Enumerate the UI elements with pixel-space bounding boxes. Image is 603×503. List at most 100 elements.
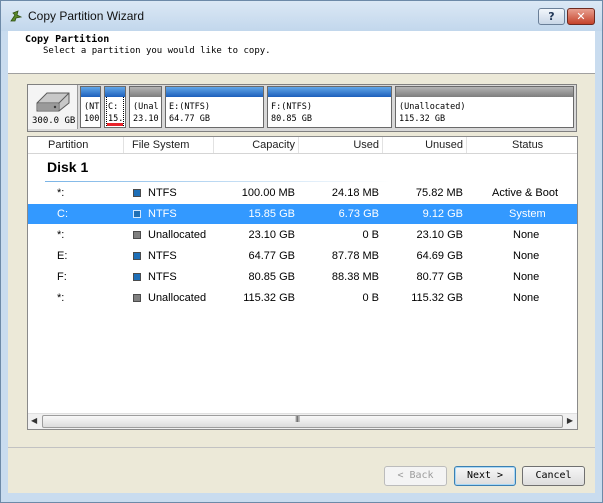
cell-used: 6.73 GB (338, 208, 379, 220)
cell-unused: 23.10 GB (416, 229, 463, 241)
cell-unused: 9.12 GB (422, 208, 463, 220)
partition-block-unallocated-2[interactable]: (Unallocated) 115.32 GB (395, 86, 574, 128)
partition-block-name: C: (108, 102, 119, 112)
app-icon (10, 10, 23, 22)
cell-capacity: 23.10 GB (248, 229, 295, 241)
column-capacity[interactable]: Capacity (252, 139, 295, 151)
partition-block-size: 64.77 GB (169, 114, 210, 124)
cell-used: 88.38 MB (331, 271, 379, 283)
cell-partition: *: (57, 229, 65, 241)
partition-block-name: (Unallocated) (399, 102, 466, 112)
ntfs-color-swatch (133, 252, 141, 260)
cell-status: None (513, 271, 540, 283)
cell-partition: *: (57, 187, 65, 199)
partition-block-reserved[interactable]: (NT 100 (80, 86, 101, 128)
list-header: Partition File System Capacity Used Unus… (28, 137, 577, 154)
table-row[interactable]: *: Unallocated 115.32 GB 0 B 115.32 GB N… (28, 288, 577, 308)
cell-used: 0 B (362, 229, 379, 241)
disk-map: 300.0 GB (NT 100 C: 15. (Unal 23.10 E:(NTFS… (27, 84, 577, 132)
hard-disk-icon (36, 92, 70, 112)
page-subtitle: Select a partition you would like to cop… (43, 46, 271, 56)
cell-used: 87.78 MB (331, 250, 379, 262)
back-button[interactable]: < Back (384, 466, 447, 486)
unallocated-color-swatch (133, 231, 141, 239)
cell-status: None (513, 250, 540, 262)
disk-size-label: 300.0 GB (32, 116, 76, 126)
cell-status: Active & Boot (492, 187, 559, 199)
ntfs-color-swatch (133, 210, 141, 218)
column-unused[interactable]: Unused (425, 139, 463, 151)
table-row[interactable]: *: NTFS 100.00 MB 24.18 MB 75.82 MB Acti… (28, 183, 577, 203)
partition-block-size: 15. (108, 114, 124, 124)
cell-unused: 115.32 GB (411, 292, 463, 304)
cell-file-system: NTFS (148, 187, 177, 199)
wizard-body: Copy Partition Select a partition you wo… (8, 31, 595, 493)
cell-unused: 75.82 MB (415, 187, 463, 199)
partition-block-name: F:(NTFS) (271, 102, 312, 112)
cell-unused: 64.69 GB (416, 250, 463, 262)
cell-partition: *: (57, 292, 65, 304)
close-button[interactable]: ✕ (567, 8, 595, 25)
partition-block-size: 115.32 GB (399, 114, 446, 124)
partition-block-size: 23.10 (133, 114, 159, 124)
cell-file-system: NTFS (148, 250, 177, 262)
partition-block-name: (NT (84, 102, 100, 112)
column-status[interactable]: Status (512, 139, 543, 151)
page-title: Copy Partition (25, 34, 110, 45)
ntfs-bar (105, 87, 125, 97)
unallocated-bar (396, 87, 573, 97)
unallocated-color-swatch (133, 294, 141, 302)
partition-block-size: 100 (84, 114, 100, 124)
cell-file-system: NTFS (148, 208, 177, 220)
cell-unused: 80.77 GB (416, 271, 463, 283)
disk-summary[interactable]: 300.0 GB (28, 85, 78, 129)
wizard-window: Copy Partition Wizard ? ✕ Copy Partition… (0, 0, 603, 503)
column-partition[interactable]: Partition (48, 139, 88, 151)
title-bar[interactable]: Copy Partition Wizard ? ✕ (1, 1, 602, 31)
cell-capacity: 80.85 GB (248, 271, 295, 283)
cell-partition: C: (57, 208, 68, 220)
window-title: Copy Partition Wizard (28, 9, 145, 23)
cell-used: 0 B (362, 292, 379, 304)
next-button[interactable]: Next > (454, 466, 516, 486)
disk-group-divider (45, 181, 390, 182)
ntfs-bar (166, 87, 263, 97)
footer-divider (8, 447, 595, 448)
partition-block-size: 80.85 GB (271, 114, 312, 124)
cell-partition: F: (57, 271, 67, 283)
disk-group-label: Disk 1 (47, 159, 89, 175)
cell-capacity: 64.77 GB (248, 250, 295, 262)
scroll-right-arrow-icon[interactable]: ▶ (567, 416, 573, 425)
partition-list[interactable]: Partition File System Capacity Used Unus… (27, 136, 578, 430)
table-row[interactable]: *: Unallocated 23.10 GB 0 B 23.10 GB Non… (28, 225, 577, 245)
cell-file-system: NTFS (148, 271, 177, 283)
ntfs-bar (81, 87, 100, 97)
ntfs-bar (268, 87, 391, 97)
column-used[interactable]: Used (353, 139, 379, 151)
scroll-left-arrow-icon[interactable]: ◀ (31, 416, 37, 425)
partition-block-c[interactable]: C: 15. (104, 86, 126, 128)
ntfs-color-swatch (133, 273, 141, 281)
table-row-selected[interactable]: C: NTFS 15.85 GB 6.73 GB 9.12 GB System (28, 204, 577, 224)
cancel-button[interactable]: Cancel (522, 466, 585, 486)
partition-block-f[interactable]: F:(NTFS) 80.85 GB (267, 86, 392, 128)
help-button[interactable]: ? (538, 8, 565, 25)
table-row[interactable]: F: NTFS 80.85 GB 88.38 MB 80.77 GB None (28, 267, 577, 287)
cell-capacity: 115.32 GB (243, 292, 295, 304)
partition-block-e[interactable]: E:(NTFS) 64.77 GB (165, 86, 264, 128)
table-row[interactable]: E: NTFS 64.77 GB 87.78 MB 64.69 GB None (28, 246, 577, 266)
partition-block-name: E:(NTFS) (169, 102, 210, 112)
column-file-system[interactable]: File System (132, 139, 189, 151)
horizontal-scrollbar[interactable]: ◀ III ▶ (28, 413, 577, 429)
cell-file-system: Unallocated (148, 229, 207, 241)
scrollbar-grip-icon: III (295, 415, 300, 424)
cell-status: None (513, 229, 540, 241)
partition-block-name: (Unal (133, 102, 159, 112)
partition-block-unallocated-1[interactable]: (Unal 23.10 (129, 86, 162, 128)
cell-used: 24.18 MB (331, 187, 379, 199)
scrollbar-thumb[interactable]: III (42, 415, 563, 428)
ntfs-color-swatch (133, 189, 141, 197)
unallocated-bar (130, 87, 161, 97)
cell-file-system: Unallocated (148, 292, 207, 304)
cell-capacity: 15.85 GB (248, 208, 295, 220)
